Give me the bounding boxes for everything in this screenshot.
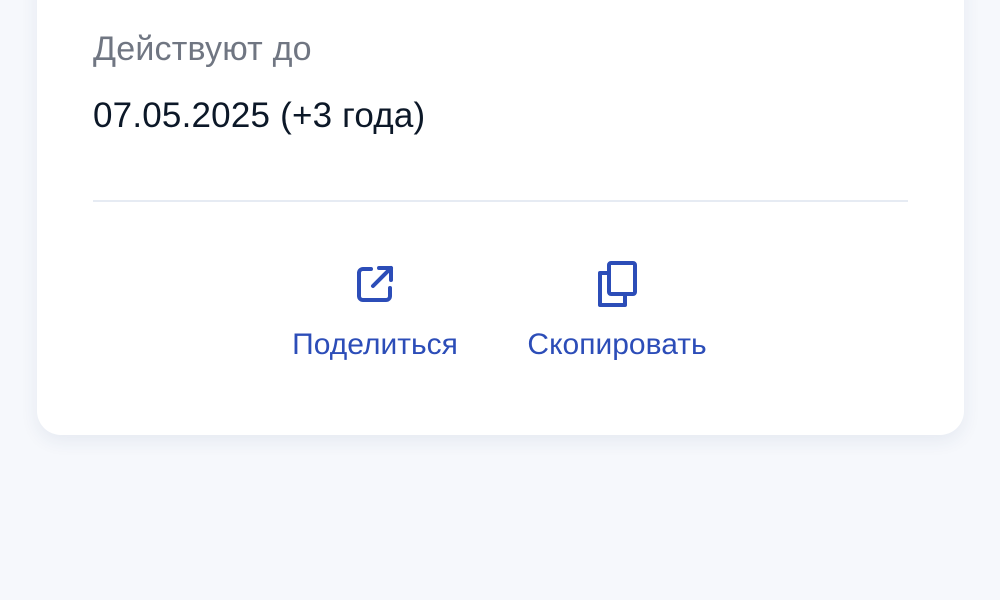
share-button[interactable]: Поделиться xyxy=(285,260,465,360)
validity-label: Действуют до xyxy=(93,30,312,68)
copy-label: Скопировать xyxy=(527,328,707,361)
copy-button[interactable]: Скопировать xyxy=(519,260,715,360)
share-icon xyxy=(353,260,397,308)
divider xyxy=(93,200,908,202)
copy-icon xyxy=(595,260,639,308)
validity-value: 07.05.2025 (+3 года) xyxy=(93,96,426,135)
document-card: Действуют до 07.05.2025 (+3 года) Подели… xyxy=(37,0,964,435)
share-label: Поделиться xyxy=(292,328,458,361)
